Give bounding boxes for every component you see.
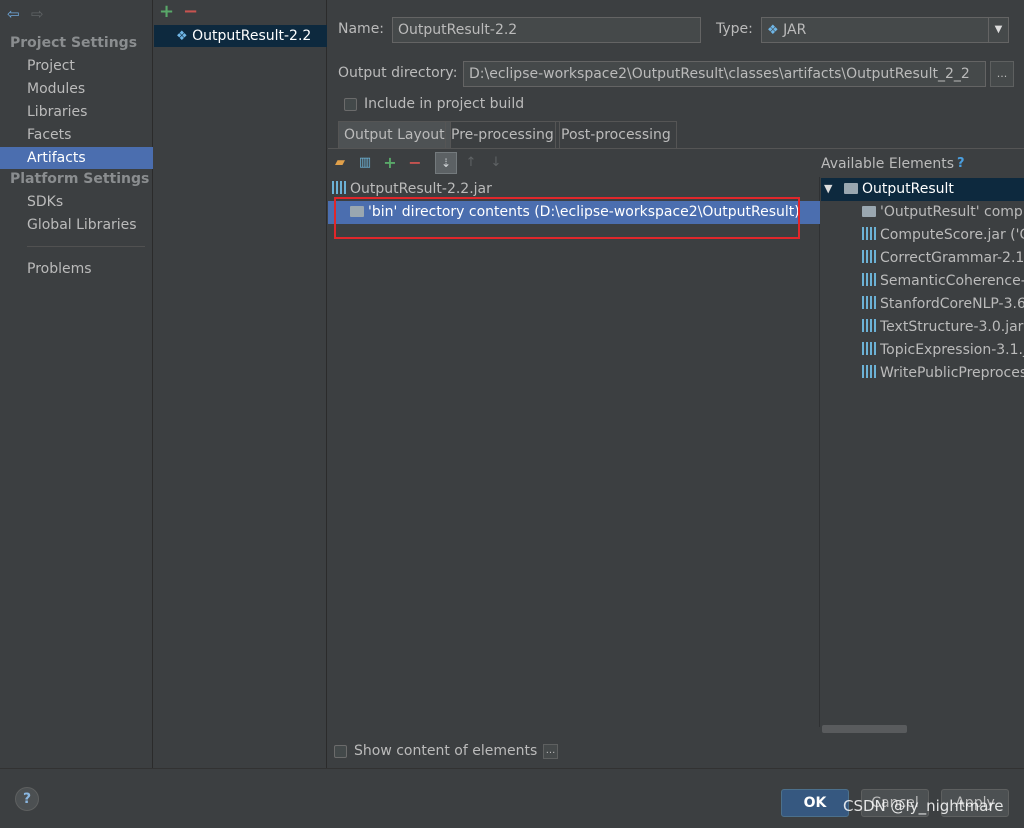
- name-field[interactable]: OutputResult-2.2: [392, 17, 701, 43]
- library-icon: [862, 227, 876, 240]
- available-item-label: CorrectGrammar-2.1.j: [880, 250, 1024, 266]
- tab-pre-processing[interactable]: Pre-processing: [445, 121, 560, 148]
- include-in-build-label: Include in project build: [364, 96, 525, 112]
- library-icon: [862, 273, 876, 286]
- back-arrow-icon[interactable]: ⇦: [7, 6, 23, 22]
- sort-elements-icon[interactable]: ⇣: [435, 152, 457, 174]
- available-item[interactable]: WritePublicPreproces: [862, 362, 1024, 385]
- library-icon: [862, 365, 876, 378]
- chevron-down-icon[interactable]: ▼: [988, 18, 1008, 42]
- sidebar-item-modules[interactable]: Modules: [0, 78, 153, 100]
- jar-type-icon: ❖: [767, 23, 779, 38]
- available-item[interactable]: CorrectGrammar-2.1.j: [862, 247, 1024, 270]
- sidebar-item-libraries[interactable]: Libraries: [0, 101, 153, 123]
- available-item[interactable]: ComputeScore.jar ('O: [862, 224, 1024, 247]
- include-in-build-checkbox[interactable]: [344, 98, 357, 111]
- output-layout-tree: OutputResult-2.2.jar 'bin' directory con…: [328, 177, 820, 727]
- sidebar-item-problems[interactable]: Problems: [0, 258, 153, 280]
- available-item-label: TopicExpression-3.1.ja: [880, 342, 1024, 358]
- move-up-icon[interactable]: ↑: [463, 155, 479, 171]
- create-directory-icon[interactable]: ▰: [332, 155, 348, 171]
- available-item-label: StanfordCoreNLP-3.6: [880, 296, 1024, 312]
- tab-post-processing[interactable]: Post-processing: [555, 121, 677, 148]
- jar-artifact-icon: ❖: [176, 29, 188, 44]
- remove-artifact-button[interactable]: −: [183, 3, 198, 21]
- module-output-icon: [862, 206, 876, 217]
- ok-button[interactable]: OK: [781, 789, 849, 817]
- output-directory-field[interactable]: D:\eclipse-workspace2\OutputResult\class…: [463, 61, 986, 87]
- library-icon: [862, 296, 876, 309]
- watermark-text: CSDN @ly_nightmare: [843, 797, 1004, 815]
- highlight-annotation: [334, 197, 800, 239]
- output-directory-label: Output directory:: [338, 65, 458, 81]
- library-icon: [862, 319, 876, 332]
- available-item-label: SemanticCoherence-: [880, 273, 1024, 289]
- type-select[interactable]: ❖ JAR ▼: [761, 17, 1009, 43]
- available-item[interactable]: TopicExpression-3.1.ja: [862, 339, 1024, 362]
- bottom-divider: [0, 768, 1024, 769]
- sidebar-item-artifacts[interactable]: Artifacts: [0, 147, 153, 169]
- library-icon: [862, 250, 876, 263]
- available-item[interactable]: StanfordCoreNLP-3.6: [862, 293, 1024, 316]
- available-item-label: WritePublicPreproces: [880, 365, 1024, 381]
- sidebar-divider: [27, 246, 145, 247]
- jar-icon: [332, 181, 346, 194]
- available-item-label: 'OutputResult' compi: [880, 204, 1024, 220]
- horizontal-scrollbar[interactable]: [822, 725, 907, 733]
- module-icon: [844, 183, 858, 194]
- sidebar-item-sdks[interactable]: SDKs: [0, 191, 153, 213]
- type-label: Type:: [716, 21, 753, 37]
- sidebar-item-project[interactable]: Project: [0, 55, 153, 77]
- type-value: JAR: [783, 22, 807, 38]
- project-settings-header: Project Settings: [10, 35, 138, 51]
- available-root-row[interactable]: ▼ OutputResult: [821, 178, 1024, 201]
- remove-element-icon[interactable]: −: [407, 155, 423, 171]
- forward-arrow-icon[interactable]: ⇨: [31, 6, 47, 22]
- settings-sidebar: ⇦ ⇨ Project Settings Project Modules Lib…: [0, 0, 153, 768]
- add-artifact-button[interactable]: +: [159, 3, 174, 21]
- artifacts-list-panel: + − ❖ OutputResult-2.2: [153, 0, 327, 768]
- library-icon: [862, 342, 876, 355]
- available-root-label: OutputResult: [862, 181, 954, 197]
- available-item[interactable]: 'OutputResult' compi: [862, 201, 1024, 224]
- help-button[interactable]: ?: [15, 787, 39, 811]
- available-elements-title: Available Elements: [821, 156, 955, 172]
- platform-settings-header: Platform Settings: [10, 171, 150, 187]
- add-element-icon[interactable]: +: [382, 155, 398, 171]
- available-item-label: TextStructure-3.0.jar (: [880, 319, 1024, 335]
- show-content-label: Show content of elements: [354, 743, 538, 759]
- tab-output-layout[interactable]: Output Layout: [338, 121, 451, 148]
- sidebar-item-facets[interactable]: Facets: [0, 124, 153, 146]
- show-content-checkbox[interactable]: [334, 745, 347, 758]
- artifact-item-label: OutputResult-2.2: [192, 28, 312, 44]
- help-icon[interactable]: ?: [957, 156, 965, 171]
- sidebar-item-global-libraries[interactable]: Global Libraries: [0, 214, 153, 236]
- show-content-options-button[interactable]: ...: [543, 744, 558, 759]
- browse-output-directory-button[interactable]: ...: [990, 61, 1014, 87]
- name-label: Name:: [338, 21, 385, 37]
- move-down-icon[interactable]: ↓: [488, 155, 504, 171]
- available-item[interactable]: SemanticCoherence-: [862, 270, 1024, 293]
- available-item[interactable]: TextStructure-3.0.jar (: [862, 316, 1024, 339]
- available-item-label: ComputeScore.jar ('O: [880, 227, 1024, 243]
- tree-root-label: OutputResult-2.2.jar: [350, 181, 492, 197]
- create-archive-icon[interactable]: ▥: [357, 155, 373, 171]
- expand-arrow-icon[interactable]: ▼: [824, 182, 832, 195]
- artifact-list-item[interactable]: ❖ OutputResult-2.2: [154, 25, 327, 47]
